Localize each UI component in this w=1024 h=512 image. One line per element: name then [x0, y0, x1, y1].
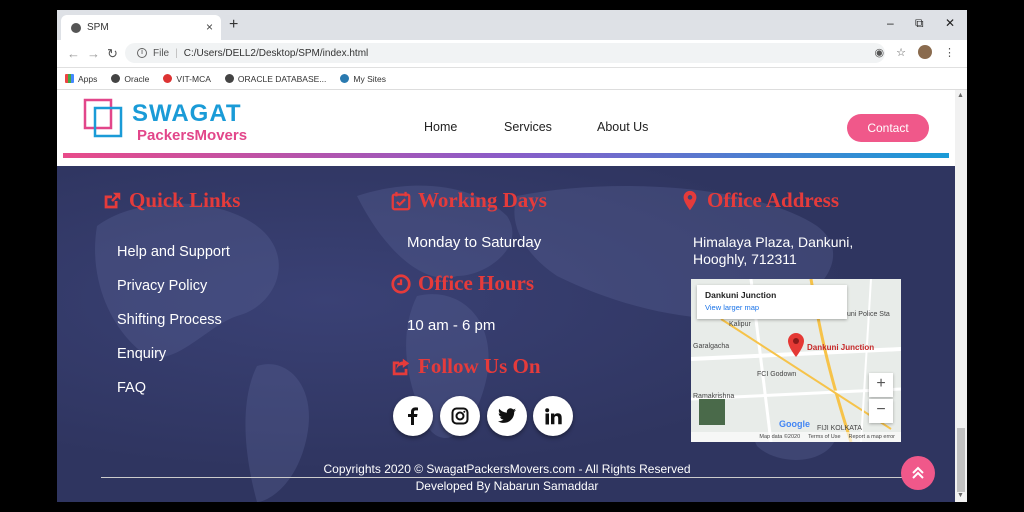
site-footer: Quick Links Help and Support Privacy Pol…	[57, 166, 955, 502]
facebook-icon[interactable]	[393, 396, 433, 436]
nav-about-us[interactable]: About Us	[597, 120, 648, 134]
nav-home[interactable]: Home	[424, 120, 457, 134]
map-info-card: Dankuni Junction View larger map	[697, 285, 847, 319]
map-label-fci-godown: FCI Godown	[757, 371, 797, 378]
link-faq[interactable]: FAQ	[117, 380, 146, 396]
browser-window: SPM × + – ⧉ ✕ ← → ↻ i File | C:/Users/DE…	[57, 10, 967, 502]
new-tab-button[interactable]: +	[229, 16, 238, 34]
google-logo: Google	[779, 419, 810, 429]
reload-icon[interactable]: ↻	[107, 46, 118, 62]
map-label-fiji-kolkata: FIJI KOLKATA	[817, 425, 862, 432]
back-icon[interactable]: ←	[67, 46, 80, 61]
apps-grid-icon	[65, 74, 74, 83]
info-icon[interactable]: i	[137, 48, 147, 58]
twitter-icon[interactable]	[487, 396, 527, 436]
developed-by-text: Developed By Nabarun Samaddar	[415, 479, 599, 493]
avatar[interactable]	[918, 45, 932, 59]
map-data-text: Map data ©2020	[759, 434, 801, 440]
follow-us-heading: Follow Us On	[390, 354, 541, 379]
map-pin-label: Dankuni Junction	[807, 343, 875, 352]
header-divider	[63, 153, 949, 158]
link-privacy-policy[interactable]: Privacy Policy	[117, 278, 207, 294]
star-icon[interactable]: ☆	[896, 46, 906, 59]
address-bar-actions: ◉ ☆ ⋮	[875, 45, 955, 59]
link-enquiry[interactable]: Enquiry	[117, 346, 166, 362]
clock-icon	[391, 273, 411, 294]
scroll-up-arrow[interactable]: ▲	[957, 92, 964, 99]
logo-subtitle[interactable]: PackersMovers	[137, 127, 247, 144]
office-hours-heading: Office Hours	[390, 271, 534, 296]
address-bar-row: ← → ↻ i File | C:/Users/DELL2/Desktop/SP…	[57, 40, 967, 68]
linkedin-icon[interactable]	[533, 396, 573, 436]
browser-tab[interactable]: SPM ×	[61, 15, 221, 40]
contact-button[interactable]: Contact	[847, 114, 929, 142]
bookmark-my-sites[interactable]: My Sites	[340, 74, 386, 84]
forward-icon[interactable]: →	[87, 46, 100, 61]
page-scrollbar[interactable]: ▲ ▼	[955, 90, 967, 502]
window-close-icon[interactable]: ✕	[945, 16, 955, 30]
bookmark-oracle-database[interactable]: ORACLE DATABASE...	[224, 74, 326, 84]
report-map-error-link[interactable]: Report a map error	[849, 434, 895, 440]
office-address-heading: Office Address	[679, 188, 839, 213]
tab-bar: SPM × + – ⧉ ✕	[57, 10, 967, 40]
nav-services[interactable]: Services	[504, 120, 552, 134]
office-hours-value: 10 am - 6 pm	[407, 317, 496, 334]
double-chevron-up-icon	[912, 466, 924, 479]
web-page: SWAGAT PackersMovers Home Services About…	[57, 90, 955, 502]
footer-divider	[101, 477, 911, 478]
map-label-ramakrishna: Ramakrishna	[693, 393, 735, 400]
map-pin-icon[interactable]	[787, 333, 805, 357]
menu-icon[interactable]: ⋮	[944, 46, 955, 59]
address-line-2: Hooghly, 712311	[693, 251, 797, 267]
tab-close-button[interactable]: ×	[206, 20, 213, 34]
minimize-icon[interactable]: –	[887, 16, 894, 30]
logo-title[interactable]: SWAGAT	[132, 100, 242, 128]
bookmark-apps[interactable]: Apps	[65, 74, 97, 84]
tab-title: SPM	[87, 22, 109, 33]
embedded-map[interactable]: Dankuni Junction View larger map Dankuni…	[691, 279, 901, 442]
restore-icon[interactable]: ⧉	[915, 16, 924, 31]
map-label-police-station: uni Police Sta	[847, 311, 890, 318]
logo-squares-icon	[83, 98, 123, 138]
address-line-1: Himalaya Plaza, Dankuni,	[693, 234, 854, 250]
terms-link[interactable]: Terms of Use	[808, 434, 840, 440]
globe-icon	[224, 74, 234, 83]
eye-off-icon[interactable]: ◉	[875, 46, 885, 59]
wordpress-icon	[340, 74, 350, 83]
site-header: SWAGAT PackersMovers Home Services About…	[57, 90, 955, 160]
map-marker-icon	[683, 190, 697, 210]
quick-links-heading: Quick Links	[101, 188, 240, 213]
globe-icon	[71, 22, 81, 33]
url-separator: |	[175, 47, 178, 59]
zoom-out-button[interactable]: −	[869, 399, 893, 423]
scroll-down-arrow[interactable]: ▼	[957, 492, 964, 499]
url-scheme: File	[153, 47, 170, 59]
scrollbar-thumb[interactable]	[957, 428, 965, 492]
external-link-icon	[104, 192, 121, 208]
zoom-in-button[interactable]: +	[869, 373, 893, 397]
url-text: C:/Users/DELL2/Desktop/SPM/index.html	[183, 47, 369, 59]
q-icon	[163, 74, 173, 83]
scroll-to-top-button[interactable]	[901, 456, 935, 490]
map-label-kalipur: Kalipur	[729, 321, 751, 328]
working-days-heading: Working Days	[390, 188, 547, 213]
map-footer: Map data ©2020 Terms of Use Report a map…	[691, 432, 901, 442]
instagram-icon[interactable]	[440, 396, 480, 436]
globe-icon	[111, 74, 121, 83]
link-help-and-support[interactable]: Help and Support	[117, 244, 230, 260]
url-input[interactable]: i File | C:/Users/DELL2/Desktop/SPM/inde…	[125, 43, 885, 63]
bookmark-oracle[interactable]: Oracle	[111, 74, 149, 84]
map-card-title: Dankuni Junction	[705, 290, 777, 300]
calendar-check-icon	[391, 191, 411, 210]
share-icon	[392, 358, 410, 375]
working-days-value: Monday to Saturday	[407, 234, 542, 251]
copyright-text: Copyrights 2020 © SwagatPackersMovers.co…	[323, 462, 691, 476]
view-larger-map-link[interactable]: View larger map	[705, 303, 839, 312]
bookmark-vit-mca[interactable]: VIT-MCA	[163, 74, 211, 84]
bookmarks-bar: Apps Oracle VIT-MCA ORACLE DATABASE... M…	[57, 68, 967, 90]
link-shifting-process[interactable]: Shifting Process	[117, 312, 222, 328]
map-label-garalgacha: Garalgacha	[693, 343, 730, 350]
